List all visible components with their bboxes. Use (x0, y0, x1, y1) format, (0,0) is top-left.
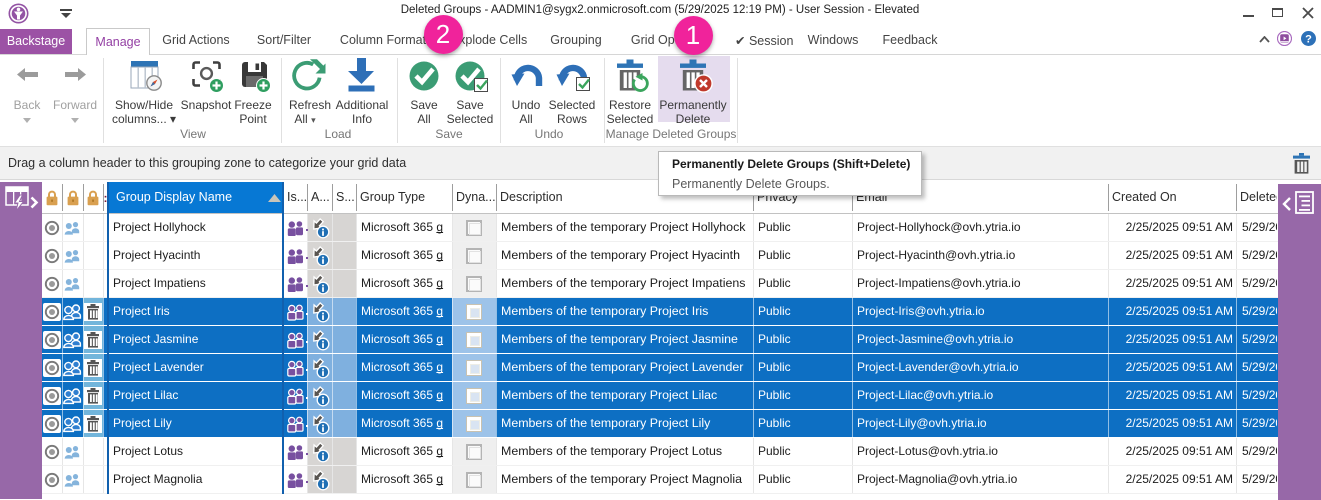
svg-text:?: ? (1305, 33, 1312, 45)
